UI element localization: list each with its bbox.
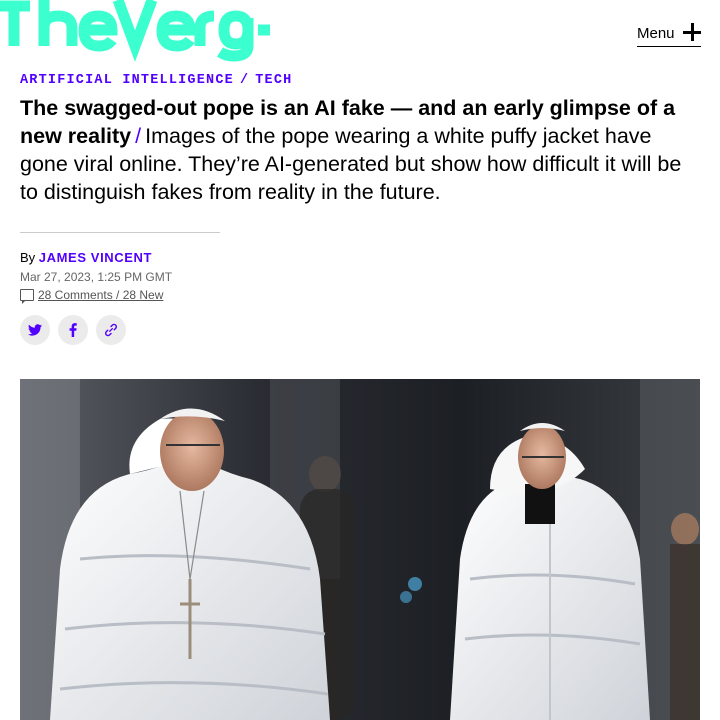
copy-link-button[interactable]: [96, 315, 126, 345]
hero-image: [20, 379, 700, 720]
article-headline: The swagged-out pope is an AI fake — and…: [20, 94, 700, 206]
category-separator: /: [239, 73, 250, 88]
publish-date: Mar 27, 2023, 1:25 PM GMT: [20, 270, 173, 284]
menu-label: Menu: [637, 24, 675, 42]
share-twitter-button[interactable]: [20, 315, 50, 345]
menu-button[interactable]: Menu: [637, 20, 701, 47]
plus-icon: [683, 23, 701, 41]
facebook-icon: [69, 323, 77, 337]
comments-link[interactable]: 28 Comments / 28 New: [20, 288, 163, 304]
link-icon: [105, 323, 117, 337]
divider: [20, 232, 220, 233]
category-link-tech[interactable]: TECH: [255, 73, 292, 88]
byline: By JAMES VINCENT: [20, 250, 152, 265]
byline-prefix: By: [20, 250, 36, 265]
comments-count[interactable]: 28 Comments / 28 New: [38, 288, 163, 302]
author-link[interactable]: JAMES VINCENT: [39, 250, 152, 265]
title-separator: /: [135, 124, 142, 148]
comment-icon: [20, 289, 34, 304]
twitter-icon: [28, 324, 42, 336]
share-facebook-button[interactable]: [58, 315, 88, 345]
category-link-ai[interactable]: ARTIFICIAL INTELLIGENCE: [20, 73, 234, 88]
category-breadcrumb: ARTIFICIAL INTELLIGENCE / TECH: [20, 73, 292, 88]
the-verge-logo[interactable]: [0, 0, 286, 69]
